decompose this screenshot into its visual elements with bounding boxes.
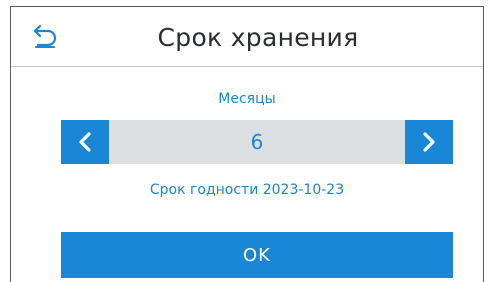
decrement-button[interactable] — [61, 120, 109, 164]
chevron-right-icon — [423, 132, 435, 152]
header: Срок хранения — [11, 7, 483, 67]
chevron-left-icon — [79, 132, 91, 152]
stepper-value: 6 — [250, 130, 264, 154]
increment-button[interactable] — [405, 120, 453, 164]
ok-button[interactable]: OK — [61, 232, 453, 278]
expiry-date-text: Срок годности 2023-10-23 — [149, 182, 345, 198]
stepper-label: Месяцы — [218, 91, 276, 107]
dialog-frame: Срок хранения Месяцы 6 Срок годности 202… — [10, 6, 484, 282]
months-stepper: 6 — [61, 120, 453, 164]
page-title: Срок хранения — [157, 23, 359, 52]
